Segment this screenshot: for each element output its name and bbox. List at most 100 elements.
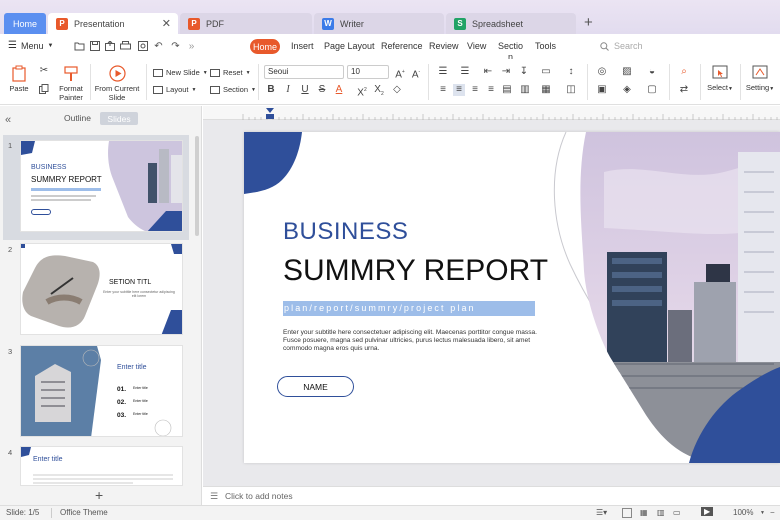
tab-writer[interactable]: W Writer	[314, 13, 444, 34]
strikethrough-icon[interactable]: S	[316, 84, 328, 96]
align-text-icon[interactable]: ▦	[540, 84, 552, 96]
tab-label: PDF	[206, 18, 224, 29]
bullet-list-icon[interactable]: ☰	[437, 66, 449, 78]
layout-button[interactable]: Layout ▼	[153, 85, 196, 94]
shrink-font-icon[interactable]: A-	[410, 66, 422, 80]
setting-button[interactable]: Setting▼	[745, 65, 775, 94]
outline-icon[interactable]: ▢	[646, 84, 658, 96]
slide-tagline[interactable]: plan/report/summry/project plan	[283, 301, 535, 316]
add-slide-icon[interactable]: +	[95, 487, 103, 503]
italic-icon[interactable]: I	[282, 84, 294, 96]
print-preview-icon[interactable]	[137, 41, 148, 52]
increase-indent-icon[interactable]: ⇥	[500, 66, 512, 78]
more-icon[interactable]: »	[186, 41, 197, 52]
zoom-level[interactable]: 100%	[733, 508, 753, 517]
columns-icon[interactable]: ▥	[519, 84, 531, 96]
slide-heading-line1[interactable]: BUSINESS	[283, 218, 408, 246]
align-left-icon[interactable]: ≡	[437, 84, 449, 96]
select-button[interactable]: Select▼	[707, 65, 733, 94]
panel-scrollbar[interactable]	[195, 136, 199, 236]
tab-home[interactable]: Home	[250, 39, 280, 54]
open-folder-icon[interactable]	[74, 41, 85, 52]
undo-icon[interactable]: ↶	[153, 41, 164, 52]
slide-heading-line2[interactable]: SUMMRY REPORT	[283, 254, 548, 288]
tab-reference[interactable]: Reference	[381, 41, 423, 51]
align-right-icon[interactable]: ≡	[469, 84, 481, 96]
slide-canvas[interactable]: BUSINESS SUMMRY REPORT plan/report/summr…	[244, 132, 780, 463]
notes-toggle-icon[interactable]: ☰▾	[596, 508, 607, 517]
decrease-indent-icon[interactable]: ⇤	[482, 66, 494, 78]
arrange-icon[interactable]: ▣	[596, 84, 608, 96]
fill-icon[interactable]: ◒	[646, 66, 658, 78]
from-current-slide-button[interactable]: From Current Slide	[94, 65, 140, 102]
presenter-view-icon[interactable]: ▭	[673, 508, 681, 517]
home-tab[interactable]: Home	[4, 13, 46, 34]
slide-thumbnail-1[interactable]: BUSINESS SUMMRY REPORT	[20, 140, 183, 232]
close-icon[interactable]: ✕	[162, 17, 171, 30]
section-button[interactable]: Section ▼	[210, 85, 256, 94]
replace-icon[interactable]: ⇄	[678, 84, 690, 96]
distribute-icon[interactable]: ▤	[501, 84, 513, 96]
slide-thumbnail-2[interactable]: SETION TITL Enter your subtitle here con…	[20, 243, 183, 335]
font-size-select[interactable]: 10	[347, 65, 389, 79]
tab-review[interactable]: Review	[429, 41, 459, 51]
save-icon[interactable]	[89, 41, 100, 52]
collapse-panel-icon[interactable]: «	[5, 114, 11, 126]
text-direction-icon[interactable]: ↧	[518, 66, 530, 78]
play-slideshow-icon[interactable]: ▶	[701, 507, 714, 516]
reading-view-icon[interactable]: ▥	[657, 508, 665, 517]
shapes-icon[interactable]: ◎	[596, 66, 608, 78]
tab-insert[interactable]: Insert	[291, 41, 314, 51]
copy-icon[interactable]	[38, 84, 50, 96]
numbered-list-icon[interactable]: ☰	[459, 66, 471, 78]
font-color-icon[interactable]: A	[333, 84, 345, 96]
font-family-select[interactable]: Seoui	[264, 65, 344, 79]
picture-icon[interactable]: ▨	[621, 66, 633, 78]
tab-bar: Home P Presentation ✕ P PDF W Writer S S…	[0, 0, 780, 34]
thumb3-item-1: 01.	[117, 386, 127, 393]
justify-icon[interactable]: ≡	[485, 84, 497, 96]
tab-page-layout[interactable]: Page Layout	[324, 41, 375, 51]
tab-presentation[interactable]: P Presentation ✕	[48, 13, 178, 34]
cut-icon[interactable]: ✂	[38, 65, 50, 77]
add-tab-icon[interactable]: +	[584, 14, 593, 31]
name-button[interactable]: NAME	[277, 376, 354, 397]
find-icon[interactable]: ⌕	[678, 66, 690, 78]
menu-button[interactable]: ☰ Menu ▼	[8, 40, 53, 51]
format-painter-button[interactable]: Format Painter	[56, 65, 86, 102]
slide-thumbnail-3[interactable]: Enter title 01. 02. 03. Enter title Ente…	[20, 345, 183, 437]
from-current-label-1: From Current	[94, 84, 140, 93]
notes-bar[interactable]: ☰ Click to add notes	[203, 486, 780, 505]
subscript-icon[interactable]: X2	[373, 84, 385, 97]
tab-view[interactable]: View	[467, 41, 486, 51]
superscript-icon[interactable]: X2	[356, 84, 368, 98]
slides-tab[interactable]: Slides	[100, 112, 138, 125]
text-box-icon[interactable]: ▭	[540, 66, 552, 78]
bold-icon[interactable]: B	[265, 84, 277, 96]
underline-icon[interactable]: U	[299, 84, 311, 96]
horizontal-ruler[interactable]	[203, 106, 780, 120]
tab-tools[interactable]: Tools	[535, 41, 556, 51]
smartart-icon[interactable]: ◫	[565, 84, 577, 96]
line-spacing-icon[interactable]: ↕	[565, 66, 577, 78]
grow-font-icon[interactable]: A+	[394, 66, 406, 80]
slide-body-text[interactable]: Enter your subtitle here consectetuer ad…	[283, 329, 551, 353]
slide-thumbnail-4[interactable]: Enter title	[20, 446, 183, 486]
search-box[interactable]: Search	[600, 41, 643, 51]
eraser-icon[interactable]: ◇	[391, 84, 403, 96]
reset-button[interactable]: Reset ▼	[210, 68, 251, 77]
chevron-down-icon[interactable]: ▼	[760, 510, 765, 516]
new-slide-button[interactable]: New Slide ▼	[153, 68, 208, 77]
normal-view-icon[interactable]	[622, 508, 632, 518]
slide-sorter-icon[interactable]: ▦	[640, 508, 648, 517]
tab-pdf[interactable]: P PDF	[180, 13, 312, 34]
tab-spreadsheet[interactable]: S Spreadsheet	[446, 13, 576, 34]
zoom-out-icon[interactable]: −	[770, 508, 775, 517]
redo-icon[interactable]: ↷	[170, 41, 181, 52]
outline-tab[interactable]: Outline	[64, 113, 91, 123]
layers-icon[interactable]: ◈	[621, 84, 633, 96]
print-icon[interactable]	[120, 41, 131, 52]
export-icon[interactable]	[104, 40, 115, 52]
paste-button[interactable]: Paste	[8, 65, 30, 93]
align-center-icon[interactable]: ≡	[453, 84, 465, 96]
